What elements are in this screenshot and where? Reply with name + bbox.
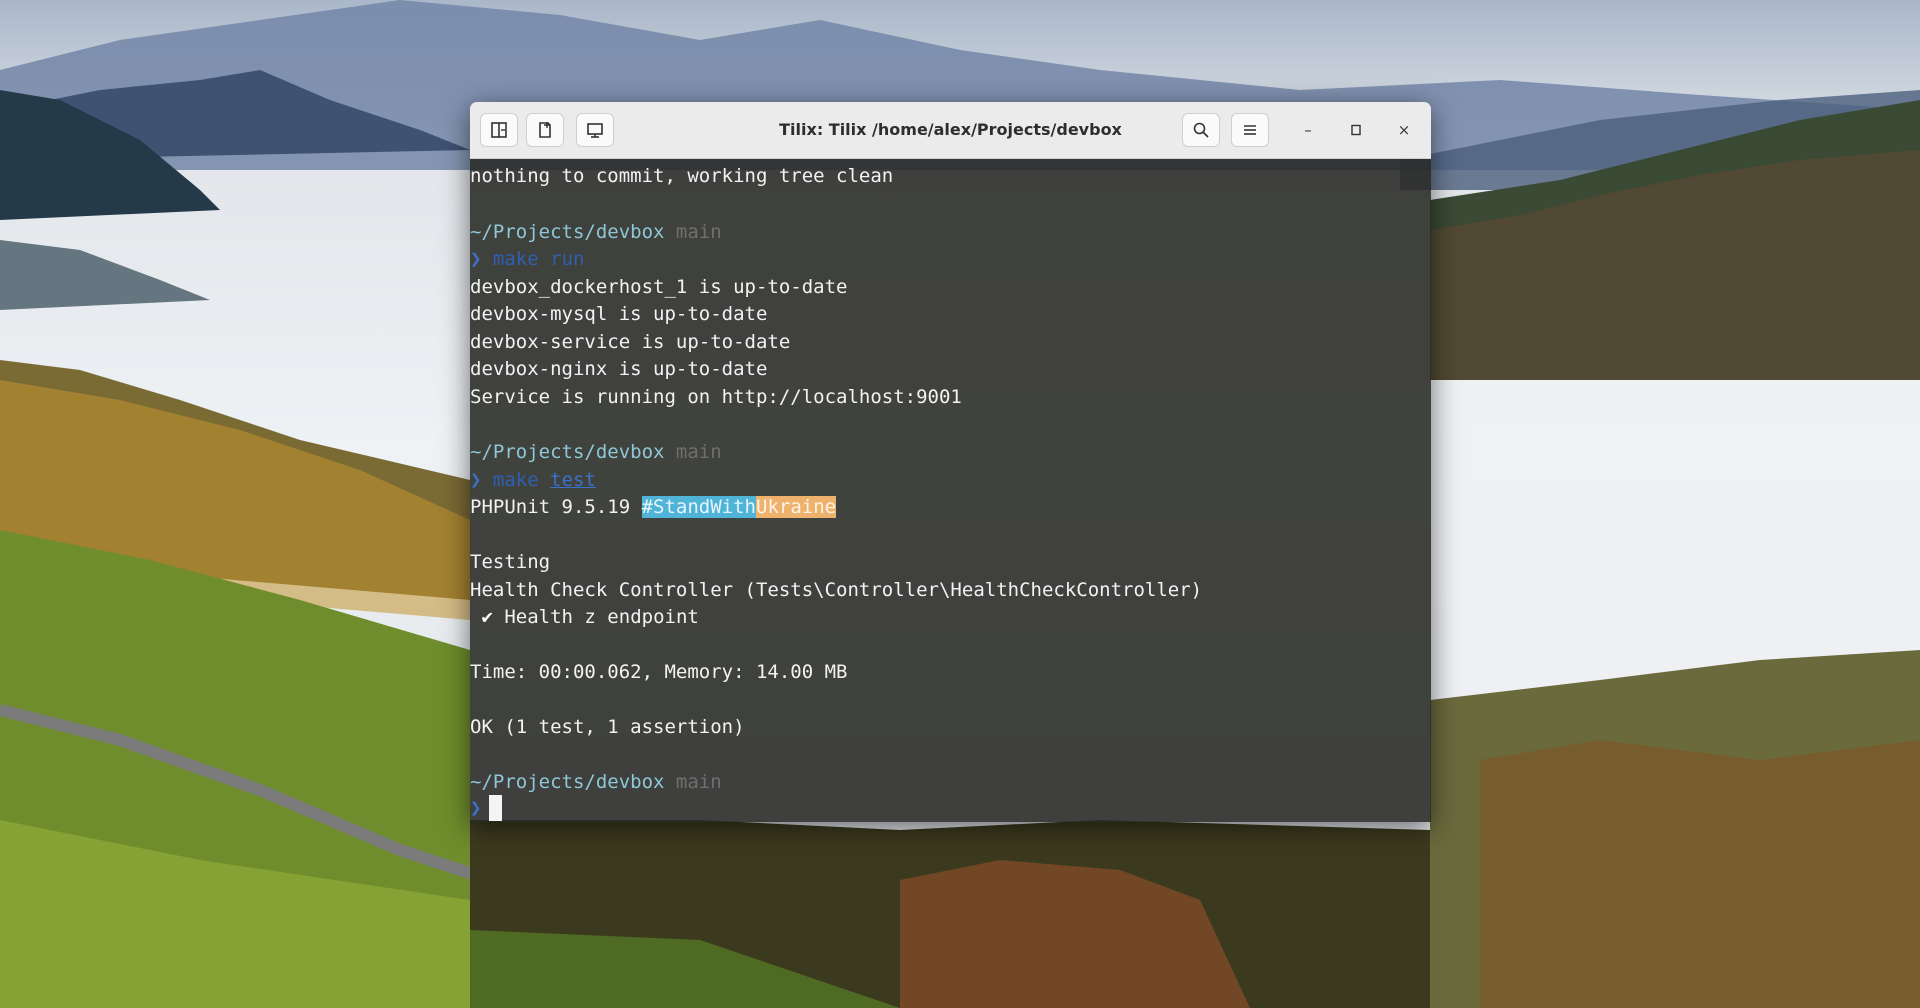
maximize-button[interactable]	[1344, 118, 1368, 142]
check-icon: ✔	[481, 606, 493, 628]
output-line: Testing	[470, 551, 551, 573]
terminal-output[interactable]: nothing to commit, working tree clean ~/…	[470, 159, 1431, 822]
prompt-line: ~/Projects/devbox main	[470, 439, 722, 465]
prompt-line: ~/Projects/devbox main	[470, 219, 722, 245]
output-line: devbox-mysql is up-to-date	[470, 303, 768, 325]
minimize-icon: –	[1304, 121, 1312, 139]
prompt-arrow: ❯	[470, 469, 482, 491]
command-line[interactable]: ❯	[470, 795, 503, 821]
output-line: Time: 00:00.062, Memory: 14.00 MB	[470, 661, 848, 683]
text-cursor	[489, 795, 503, 821]
minimize-button[interactable]: –	[1296, 118, 1320, 142]
search-button[interactable]	[1182, 113, 1220, 147]
command-line: ❯ make test	[470, 469, 596, 491]
prompt-branch: main	[675, 221, 722, 243]
add-terminal-down-icon	[539, 122, 551, 138]
prompt-branch: main	[675, 771, 722, 793]
output-line: Service is running on http://localhost:9…	[470, 386, 962, 408]
output-line: Health Check Controller (Tests\Controlle…	[470, 579, 1203, 601]
output-line: devbox_dockerhost_1 is up-to-date	[470, 276, 848, 298]
close-button[interactable]: ×	[1392, 118, 1416, 142]
maximize-icon	[1351, 124, 1361, 136]
window-title: Tilix: Tilix /home/alex/Projects/devbox	[779, 120, 1122, 139]
hamburger-menu-icon	[1244, 125, 1256, 135]
output-line: OK (1 test, 1 assertion)	[470, 716, 745, 738]
search-icon	[1193, 122, 1209, 138]
prompt-path: ~/Projects/devbox	[470, 771, 665, 793]
session-sidebar-button[interactable]	[576, 113, 614, 147]
output-line: PHPUnit 9.5.19 #StandWithUkraine	[470, 496, 837, 518]
prompt-arrow: ❯	[470, 797, 482, 819]
output-line: devbox-service is up-to-date	[470, 331, 791, 353]
session-sidebar-icon	[587, 123, 603, 138]
prompt-path: ~/Projects/devbox	[470, 221, 665, 243]
title-bar[interactable]: Tilix: Tilix /home/alex/Projects/devbox …	[470, 102, 1431, 159]
add-terminal-down-button[interactable]	[526, 113, 564, 147]
command-line: ❯ make run	[470, 248, 585, 270]
prompt-line: ~/Projects/devbox main	[470, 769, 722, 795]
prompt-path: ~/Projects/devbox	[470, 441, 665, 463]
output-line: devbox-nginx is up-to-date	[470, 358, 768, 380]
menu-button[interactable]	[1231, 113, 1269, 147]
tilix-window: Tilix: Tilix /home/alex/Projects/devbox …	[470, 102, 1431, 822]
add-terminal-right-button[interactable]	[480, 113, 518, 147]
prompt-branch: main	[675, 441, 722, 463]
close-icon: ×	[1397, 121, 1411, 139]
standwith-tag: #StandWith	[641, 496, 756, 518]
prompt-arrow: ❯	[470, 248, 482, 270]
output-line: nothing to commit, working tree clean	[470, 165, 894, 187]
add-terminal-right-icon	[491, 122, 507, 138]
test-result-line: ✔ Health z endpoint	[481, 606, 699, 628]
ukraine-tag: Ukraine	[756, 496, 837, 518]
